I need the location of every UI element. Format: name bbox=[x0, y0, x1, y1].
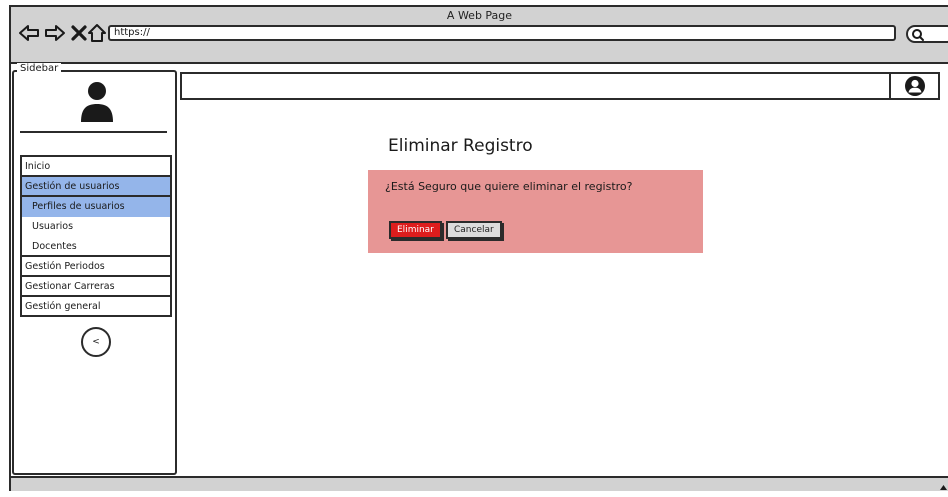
home-icon[interactable] bbox=[86, 22, 108, 44]
menu-item-gestion-periodos[interactable]: Gestión Periodos bbox=[22, 257, 170, 277]
submenu-item-docentes[interactable]: Docentes bbox=[22, 237, 170, 257]
resize-handle-icon[interactable] bbox=[939, 478, 948, 490]
account-circle-icon[interactable] bbox=[904, 75, 926, 97]
search-icon[interactable] bbox=[911, 27, 925, 41]
submenu-item-perfiles-usuarios[interactable]: Perfiles de usuarios bbox=[22, 197, 170, 217]
menu-item-gestionar-carreras[interactable]: Gestionar Carreras bbox=[22, 277, 170, 297]
address-bar[interactable]: https:// bbox=[108, 25, 896, 41]
sidebar-divider bbox=[20, 131, 167, 133]
delete-button[interactable]: Eliminar bbox=[389, 221, 442, 239]
dialog-title: Eliminar Registro bbox=[388, 136, 533, 156]
sidebar-menu: Inicio Gestión de usuarios Perfiles de u… bbox=[20, 155, 172, 317]
sidebar-legend: Sidebar bbox=[17, 63, 62, 75]
submenu-item-usuarios[interactable]: Usuarios bbox=[22, 217, 170, 237]
window-title: A Web Page bbox=[446, 9, 513, 22]
sidebar-collapse-button[interactable]: < bbox=[81, 327, 111, 357]
dialog-message: ¿Está Seguro que quiere eliminar el regi… bbox=[385, 180, 633, 193]
header-bar bbox=[180, 72, 940, 100]
menu-item-inicio[interactable]: Inicio bbox=[22, 157, 170, 177]
back-arrow-icon[interactable] bbox=[18, 22, 40, 44]
menu-item-gestion-general[interactable]: Gestión general bbox=[22, 297, 170, 317]
header-divider bbox=[889, 74, 891, 98]
user-avatar-icon bbox=[79, 80, 115, 122]
forward-arrow-icon[interactable] bbox=[44, 22, 66, 44]
menu-item-gestion-usuarios[interactable]: Gestión de usuarios bbox=[22, 177, 170, 197]
cancel-button[interactable]: Cancelar bbox=[446, 221, 502, 239]
bottom-status-bar bbox=[11, 476, 948, 491]
